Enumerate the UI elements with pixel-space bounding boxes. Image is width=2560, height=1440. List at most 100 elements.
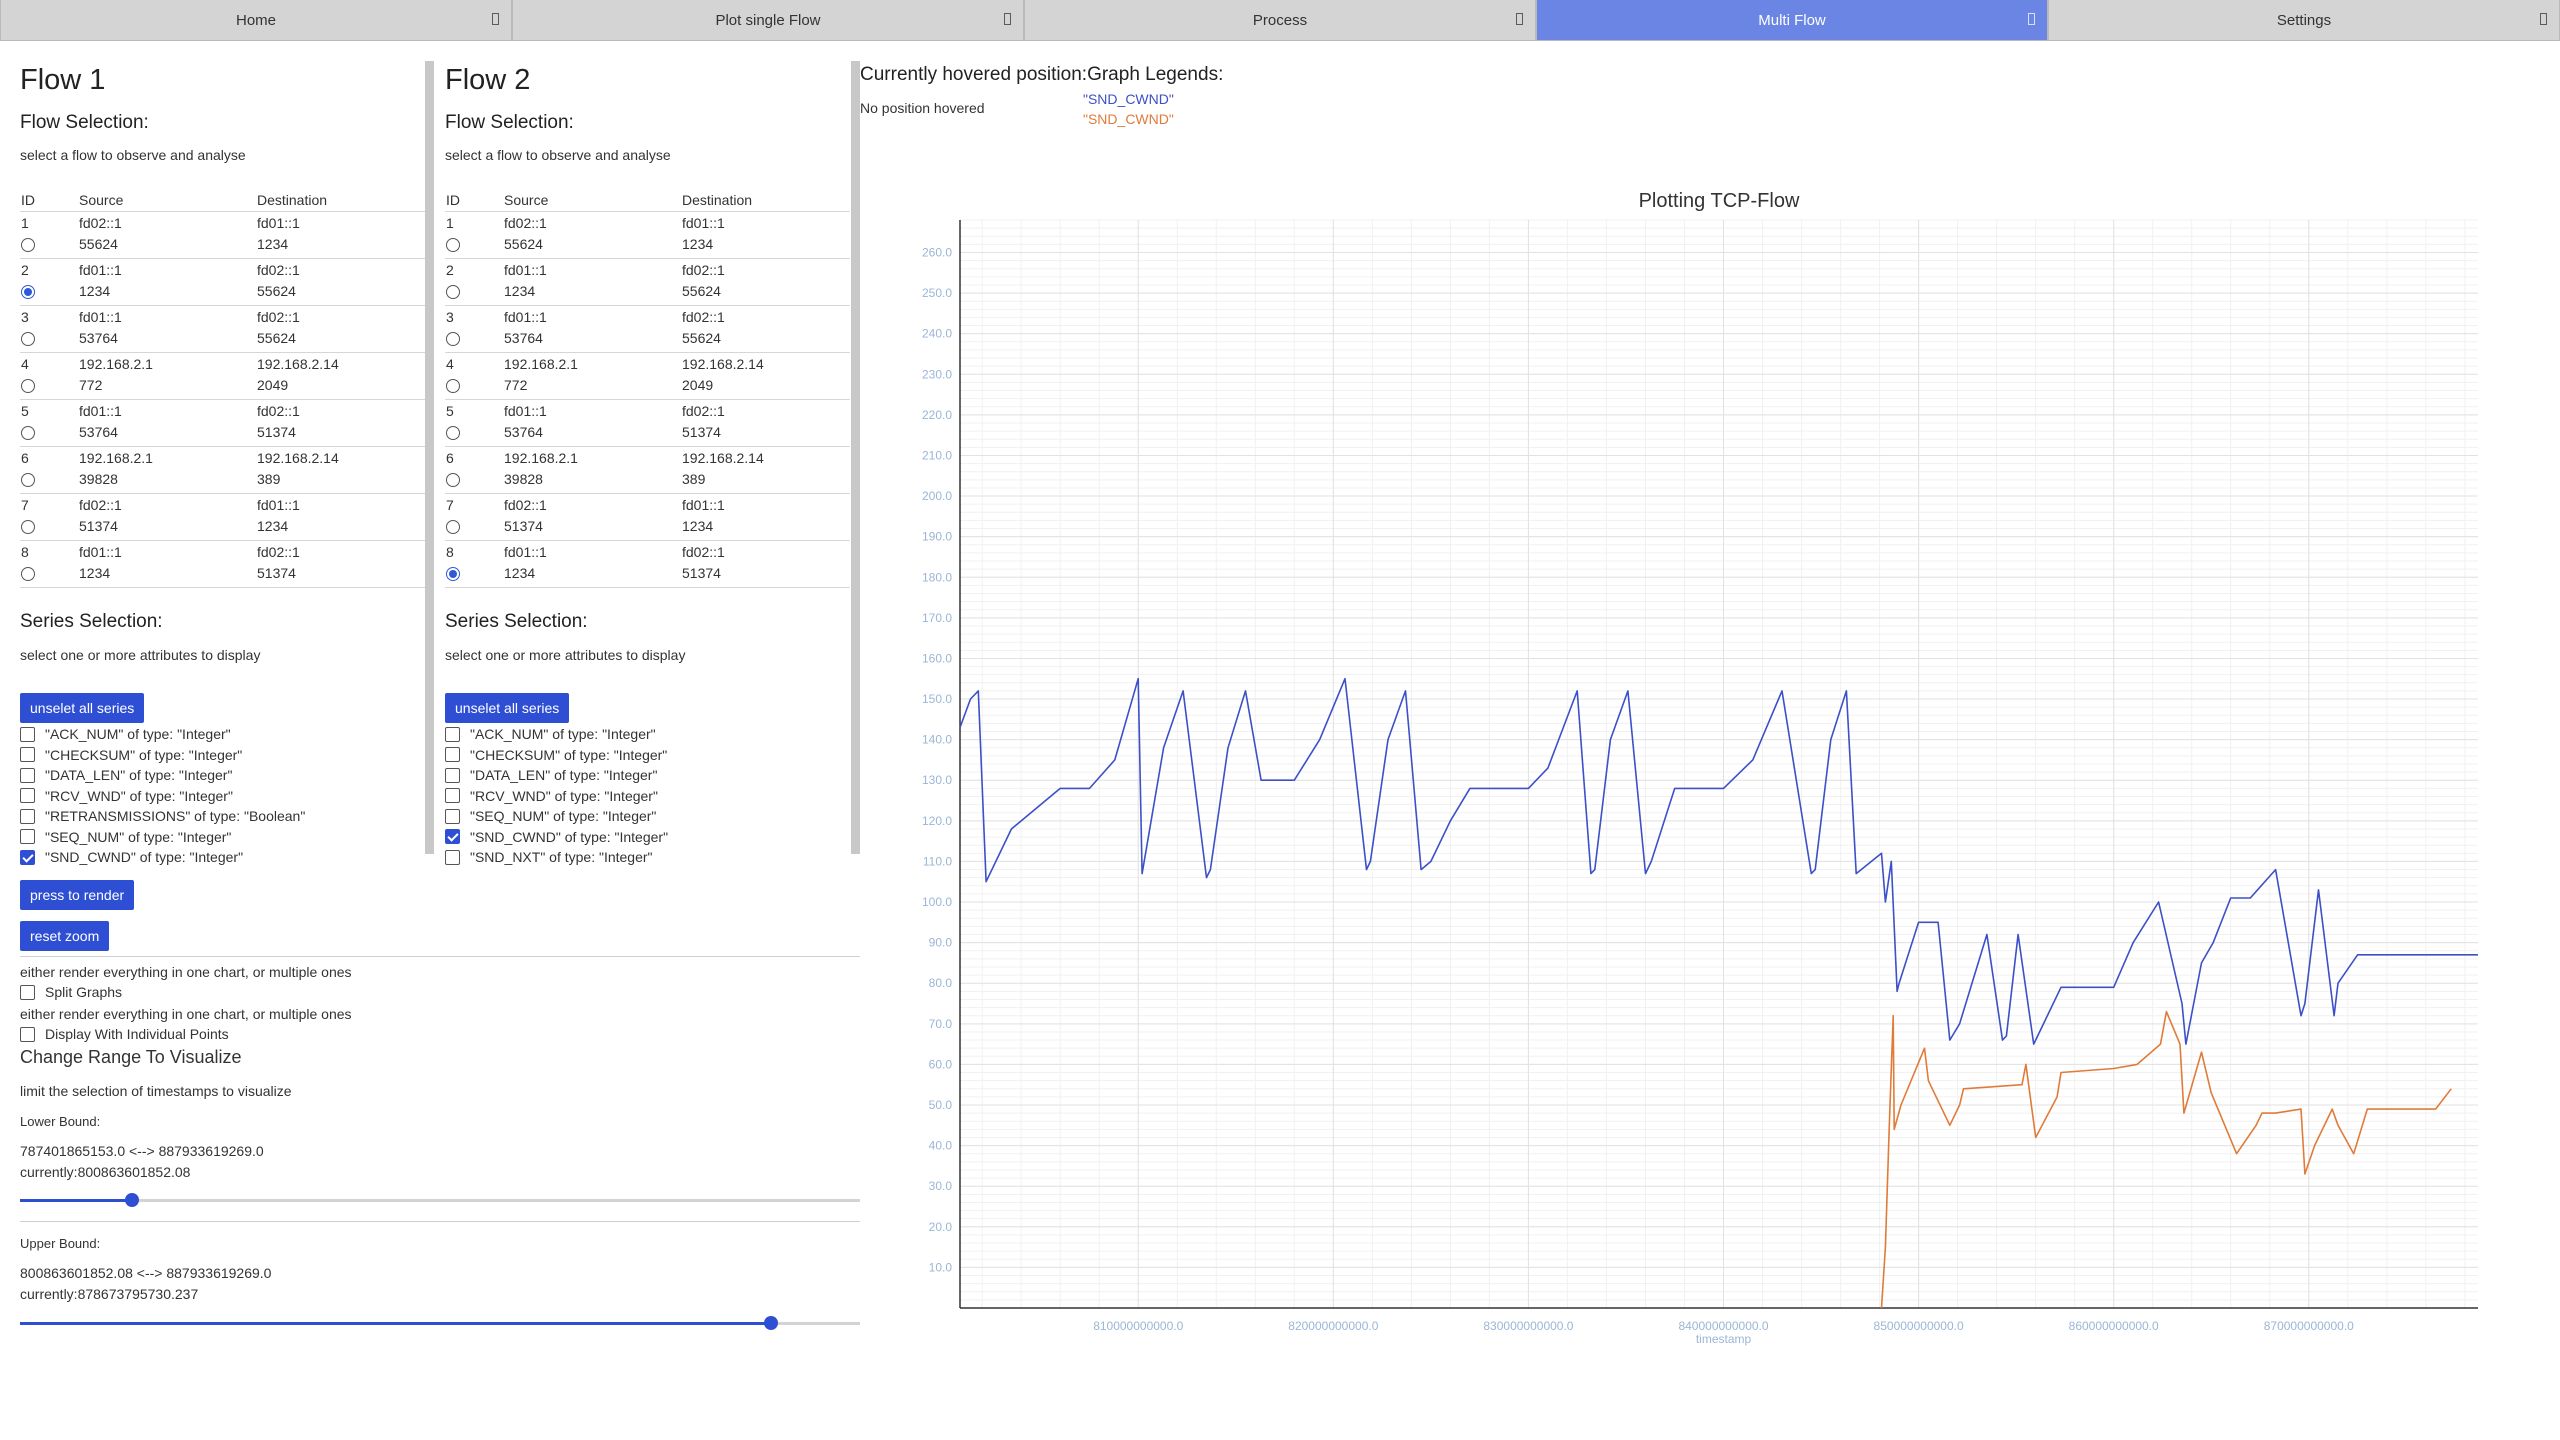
tab-window-icon[interactable] [1004,13,1011,25]
tab-window-icon[interactable] [2028,13,2035,25]
series-checkbox[interactable] [20,808,35,824]
flow-radio-button[interactable] [446,285,460,299]
flow-row[interactable]: 8 fd01::1 1234 fd02::1 51374 [445,540,850,588]
flow-row[interactable]: 1 fd02::1 55624 fd01::1 1234 [20,211,425,259]
series-option[interactable]: "CHECKSUM" of type: "Integer" [445,745,850,766]
series-checkbox[interactable] [445,849,460,865]
flow-1-scrollbar[interactable] [425,61,434,854]
legend-item[interactable]: "SND_CWND" [1083,91,1174,107]
flow-id-cell: 3 [20,305,79,353]
series-checkbox[interactable] [20,767,35,783]
series-checkbox[interactable] [20,849,35,865]
flow-row[interactable]: 3 fd01::1 53764 fd02::1 55624 [20,305,425,353]
tab-plot-single-flow[interactable]: Plot single Flow [512,0,1024,41]
series-option[interactable]: "SND_NXT" of type: "Integer" [445,847,850,868]
flow-row[interactable]: 3 fd01::1 53764 fd02::1 55624 [445,305,850,353]
flow-radio-button[interactable] [446,332,460,346]
flow-row[interactable]: 1 fd02::1 55624 fd01::1 1234 [445,211,850,259]
flow-row[interactable]: 4 192.168.2.1 772 192.168.2.14 2049 [445,352,850,400]
flow-row[interactable]: 7 fd02::1 51374 fd01::1 1234 [445,493,850,541]
flow-row[interactable]: 2 fd01::1 1234 fd02::1 55624 [20,258,425,306]
flow-row[interactable]: 8 fd01::1 1234 fd02::1 51374 [20,540,425,588]
series-option[interactable]: "RETRANSMISSIONS" of type: "Boolean" [20,806,425,827]
flow-row[interactable]: 6 192.168.2.1 39828 192.168.2.14 389 [445,446,850,494]
series-option[interactable]: "SND_CWND" of type: "Integer" [20,847,425,868]
flow-radio-button[interactable] [446,567,460,581]
series-option[interactable]: "ACK_NUM" of type: "Integer" [445,724,850,745]
source-port: 53764 [79,330,118,346]
flow-row[interactable]: 4 192.168.2.1 772 192.168.2.14 2049 [20,352,425,400]
series-checkbox[interactable] [445,788,460,804]
flow-2-scrollbar[interactable] [851,61,860,854]
series-checkbox[interactable] [445,808,460,824]
tab-bar: Home Plot single Flow Process Multi Flow Set… [0,0,2560,41]
tab-window-icon[interactable] [492,13,499,25]
series-option[interactable]: "DATA_LEN" of type: "Integer" [20,765,425,786]
flow-radio-button[interactable] [446,238,460,252]
split-graphs-checkbox[interactable] [20,984,35,1000]
flow-radio-button[interactable] [21,567,35,581]
source-cell: fd02::1 51374 [79,493,257,541]
flow-id-cell: 6 [445,446,504,494]
tab-settings[interactable]: Settings [2048,0,2560,41]
flow-row[interactable]: 5 fd01::1 53764 fd02::1 51374 [20,399,425,447]
y-tick-label: 20.0 [929,1220,953,1234]
x-tick-label: 840000000000.0 [1678,1319,1768,1333]
individual-points-checkbox[interactable] [20,1026,35,1042]
flow-radio-button[interactable] [21,379,35,393]
source-address: 192.168.2.1 [79,356,153,372]
flow-radio-button[interactable] [446,426,460,440]
series-checkbox[interactable] [445,747,460,763]
destination-address: fd02::1 [257,403,300,419]
flow-radio-wrap [21,563,79,584]
series-checkbox[interactable] [20,726,35,742]
flow-radio-button[interactable] [21,238,35,252]
flow-radio-button[interactable] [21,332,35,346]
destination-port: 51374 [682,424,721,440]
flow-row[interactable]: 2 fd01::1 1234 fd02::1 55624 [445,258,850,306]
series-option[interactable]: "RCV_WND" of type: "Integer" [20,786,425,807]
legend-item[interactable]: "SND_CWND" [1083,111,1174,127]
series-checkbox[interactable] [20,788,35,804]
upper-bound-slider-thumb[interactable] [763,1316,778,1330]
series-option[interactable]: "SEQ_NUM" of type: "Integer" [20,827,425,848]
flow-radio-button[interactable] [21,473,35,487]
flow-radio-button[interactable] [446,473,460,487]
flow-radio-button[interactable] [21,520,35,534]
flow-radio-button[interactable] [446,379,460,393]
unselect-all-series-button[interactable]: unselet all series [20,693,145,723]
series-option[interactable]: "CHECKSUM" of type: "Integer" [20,745,425,766]
tab-process[interactable]: Process [1024,0,1536,41]
flow-radio-button[interactable] [21,426,35,440]
lower-bound-slider[interactable] [20,1193,860,1207]
upper-bound-slider[interactable] [20,1316,860,1330]
split-graphs-option[interactable]: Split Graphs [20,984,122,1000]
series-checkbox[interactable] [445,829,460,845]
individual-points-option[interactable]: Display With Individual Points [20,1026,229,1042]
reset-zoom-button[interactable]: reset zoom [20,921,110,951]
flow-radio-button[interactable] [21,285,35,299]
series-option[interactable]: "SND_CWND" of type: "Integer" [445,827,850,848]
tab-window-icon[interactable] [2540,13,2547,25]
series-option[interactable]: "SEQ_NUM" of type: "Integer" [445,806,850,827]
render-button[interactable]: press to render [20,880,135,910]
series-option[interactable]: "DATA_LEN" of type: "Integer" [445,765,850,786]
series-checkbox[interactable] [445,726,460,742]
unselect-all-series-button[interactable]: unselet all series [445,693,570,723]
flow-radio-button[interactable] [446,520,460,534]
tab-home[interactable]: Home [0,0,512,41]
series-option[interactable]: "ACK_NUM" of type: "Integer" [20,724,425,745]
series-option[interactable]: "RCV_WND" of type: "Integer" [445,786,850,807]
tcp-flow-chart[interactable]: Plotting TCP-Flow 10.0 20.0 30.0 40.0 50.0 60.… [860,185,2500,1355]
tab-window-icon[interactable] [1516,13,1523,25]
series-checkbox[interactable] [445,767,460,783]
flow-row[interactable]: 7 fd02::1 51374 fd01::1 1234 [20,493,425,541]
series-checkbox[interactable] [20,747,35,763]
lower-bound-slider-thumb[interactable] [125,1193,140,1207]
tab-multi-flow[interactable]: Multi Flow [1536,0,2048,41]
flow-id: 4 [21,356,29,372]
flow-row[interactable]: 6 192.168.2.1 39828 192.168.2.14 389 [20,446,425,494]
flow-row[interactable]: 5 fd01::1 53764 fd02::1 51374 [445,399,850,447]
source-address: 192.168.2.1 [504,356,578,372]
series-checkbox[interactable] [20,829,35,845]
